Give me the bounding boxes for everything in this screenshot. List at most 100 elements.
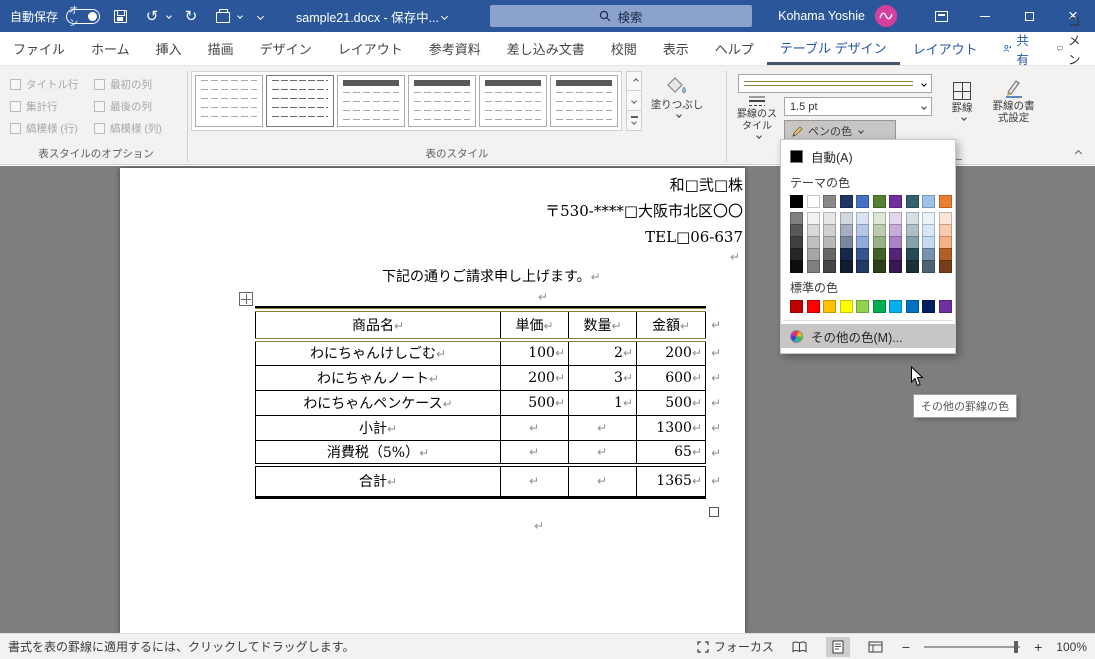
zoom-in-button[interactable]: + <box>1034 639 1042 655</box>
ribbon-display-options-button[interactable] <box>919 0 963 32</box>
table-style-thumb-2[interactable] <box>337 75 405 127</box>
table-style-thumb-5[interactable] <box>550 75 618 127</box>
table-cell[interactable]: 2↵ <box>568 339 637 366</box>
color-swatch[interactable] <box>823 300 836 313</box>
checkbox-option-0[interactable]: タイトル行 <box>10 75 88 94</box>
print-layout-button[interactable] <box>825 636 850 657</box>
color-swatch[interactable] <box>806 300 820 313</box>
chevron-down-icon[interactable] <box>237 13 243 19</box>
table-resize-handle[interactable] <box>709 507 719 517</box>
table-header-cell[interactable]: 金額↵ <box>636 308 706 342</box>
undo-button[interactable]: ↺ <box>140 4 172 28</box>
tab-main-2[interactable]: 描画 <box>195 32 247 65</box>
color-swatch[interactable] <box>922 260 935 273</box>
color-swatch[interactable] <box>823 195 836 208</box>
minimize-button[interactable] <box>963 0 1007 32</box>
table-cell[interactable]: 100↵ <box>500 339 569 366</box>
tab-main-1[interactable]: 挿入 <box>143 32 195 65</box>
pen-weight-combo[interactable]: 1.5 pt <box>784 97 932 116</box>
read-mode-button[interactable] <box>788 637 812 657</box>
document-title[interactable]: sample21.docx - 保存中... <box>296 0 449 32</box>
border-style-combo[interactable] <box>738 74 932 93</box>
table-cell[interactable]: ↵ <box>500 464 569 499</box>
color-swatch[interactable] <box>938 260 952 273</box>
table-cell[interactable]: 1↵ <box>568 389 637 416</box>
zoom-slider[interactable] <box>924 640 1021 653</box>
redo-button[interactable]: ↻ <box>179 4 203 28</box>
table-move-handle[interactable] <box>239 292 253 306</box>
color-swatch[interactable] <box>872 195 886 208</box>
border-painter-button[interactable]: 罫線の書式設定 <box>990 74 1037 158</box>
share-button[interactable]: 共有 <box>991 32 1046 67</box>
zoom-out-button[interactable]: − <box>902 639 910 655</box>
tab-contextual-0[interactable]: テーブル デザイン <box>766 32 900 65</box>
checkbox-option-4[interactable]: 最後の列 <box>94 97 176 116</box>
table-cell[interactable]: 200↵ <box>500 364 569 391</box>
checkbox-option-1[interactable]: 集計行 <box>10 97 88 116</box>
maximize-button[interactable] <box>1007 0 1051 32</box>
color-swatch[interactable] <box>889 260 902 273</box>
color-swatch[interactable] <box>922 195 935 208</box>
border-styles-button[interactable]: 罫線のスタイル <box>734 95 780 155</box>
table-header-cell[interactable]: 単価↵ <box>500 308 569 342</box>
shading-button[interactable]: 塗りつぶし <box>646 71 708 121</box>
tab-contextual-1[interactable]: レイアウト <box>900 32 991 65</box>
color-swatch[interactable] <box>905 195 919 208</box>
table-cell[interactable]: ↵ <box>500 414 569 441</box>
more-colors-item[interactable]: その他の色(M)... <box>781 324 955 348</box>
table-style-thumb-0[interactable] <box>195 75 263 127</box>
tab-main-8[interactable]: 表示 <box>650 32 702 65</box>
autosave-toggle[interactable]: オン <box>66 5 101 28</box>
color-swatch[interactable] <box>806 195 820 208</box>
table-cell[interactable]: 500↵ <box>636 389 706 416</box>
table-cell[interactable]: 65↵ <box>636 439 706 467</box>
color-swatch[interactable] <box>938 195 952 208</box>
zoom-slider-thumb[interactable] <box>1014 640 1019 653</box>
color-swatch[interactable] <box>806 260 820 273</box>
tab-main-0[interactable]: ホーム <box>78 32 143 65</box>
color-swatch[interactable] <box>856 260 869 273</box>
color-swatch[interactable] <box>889 300 902 313</box>
table-style-thumb-1[interactable] <box>266 75 334 127</box>
color-swatch[interactable] <box>905 260 919 273</box>
tab-main-6[interactable]: 差し込み文書 <box>494 32 598 65</box>
gallery-scroll-up-button[interactable] <box>626 71 642 91</box>
gallery-scroll-down-button[interactable] <box>626 91 642 111</box>
table-cell[interactable]: 合計↵ <box>255 464 501 499</box>
color-swatch[interactable] <box>889 195 902 208</box>
color-swatch[interactable] <box>839 300 853 313</box>
tab-main-4[interactable]: レイアウト <box>325 32 416 65</box>
table-cell[interactable]: ↵ <box>568 414 637 441</box>
color-swatch[interactable] <box>872 260 886 273</box>
tab-file[interactable]: ファイル <box>0 32 78 65</box>
color-swatch[interactable] <box>839 195 853 208</box>
tab-main-3[interactable]: デザイン <box>247 32 325 65</box>
color-swatch[interactable] <box>790 195 803 208</box>
table-cell[interactable]: 200↵ <box>636 339 706 366</box>
table-cell[interactable]: わにちゃんノート↵ <box>255 364 501 391</box>
web-layout-button[interactable] <box>864 637 888 657</box>
tab-main-5[interactable]: 参考資料 <box>416 32 494 65</box>
checkbox-option-3[interactable]: 最初の列 <box>94 75 176 94</box>
table-cell[interactable]: 消費税（5%）↵ <box>255 439 501 467</box>
color-swatch[interactable] <box>856 300 869 313</box>
checkbox-option-2[interactable]: 縞模様 (行) <box>10 119 88 138</box>
color-swatch[interactable] <box>872 300 886 313</box>
search-input[interactable]: 検索 <box>490 5 752 27</box>
invoice-table[interactable]: 商品名↵ 単価↵ 数量↵ 金額↵ わにちゃんけしごむ↵ 100↵ 2↵ 200↵ わにちゃんノー… <box>255 308 706 499</box>
table-cell[interactable]: 500↵ <box>500 389 569 416</box>
color-swatch[interactable] <box>938 300 952 313</box>
table-cell[interactable]: ↵ <box>568 439 637 467</box>
checkbox-option-5[interactable]: 縞模様 (列) <box>94 119 176 138</box>
tab-main-7[interactable]: 校閲 <box>598 32 650 65</box>
zoom-level[interactable]: 100% <box>1056 640 1087 654</box>
color-swatch[interactable] <box>922 300 935 313</box>
automatic-color-item[interactable]: 自動(A) <box>781 144 955 168</box>
table-cell[interactable]: 1365↵ <box>636 464 706 499</box>
avatar[interactable] <box>875 5 897 27</box>
table-cell[interactable]: ↵ <box>500 439 569 467</box>
customize-qat-chevron-icon[interactable] <box>256 12 265 20</box>
table-cell[interactable]: ↵ <box>568 464 637 499</box>
table-header-cell[interactable]: 商品名↵ <box>255 308 501 342</box>
table-style-thumb-3[interactable] <box>408 75 476 127</box>
